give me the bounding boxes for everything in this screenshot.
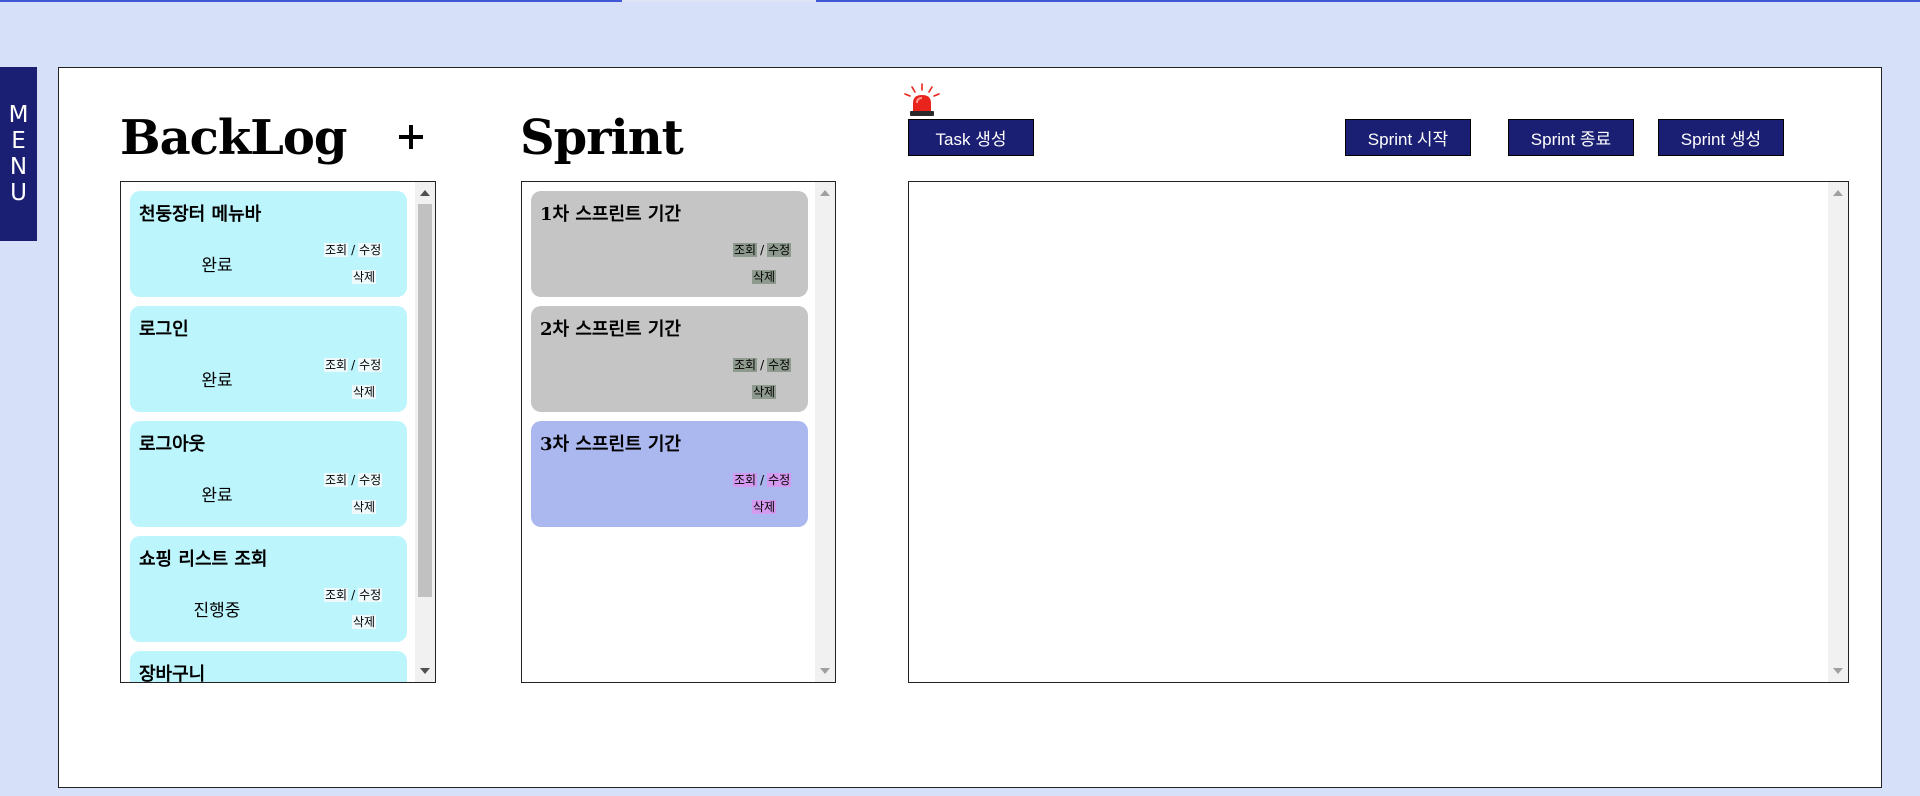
- card-title: 3차 스프린트 기간: [540, 434, 681, 455]
- backlog-title: BackLog: [120, 110, 347, 166]
- edit-link[interactable]: 수정: [358, 473, 383, 487]
- card-status: 완료: [201, 371, 233, 391]
- edit-link[interactable]: 수정: [358, 358, 383, 372]
- task-board-scrollbar[interactable]: [1828, 182, 1848, 682]
- card-links: 조회 / 수정: [733, 358, 792, 372]
- edit-link[interactable]: 수정: [767, 243, 792, 257]
- menu-button[interactable]: M E N U: [0, 67, 37, 241]
- edit-link[interactable]: 수정: [767, 473, 792, 487]
- card-status: 완료: [201, 256, 233, 276]
- view-link[interactable]: 조회: [324, 588, 349, 602]
- card-title: 로그아웃: [139, 434, 206, 455]
- scroll-down-arrow-icon[interactable]: [1833, 668, 1843, 674]
- sprint-list[interactable]: 1차 스프린트 기간 조회 / 수정 삭제 2차 스프린트 기간 조회 / 수정 삭제 …: [521, 181, 836, 683]
- sprint-start-button[interactable]: Sprint 시작: [1345, 119, 1471, 156]
- scroll-thumb[interactable]: [418, 204, 432, 597]
- task-create-button[interactable]: Task 생성: [908, 119, 1034, 156]
- backlog-card[interactable]: 로그아웃 완료 조회 / 수정 삭제: [130, 421, 407, 527]
- sprint-end-button[interactable]: Sprint 종료: [1508, 119, 1634, 156]
- card-links: 조회 / 수정: [733, 243, 792, 257]
- card-status: 완료: [201, 486, 233, 506]
- scroll-down-arrow-icon[interactable]: [420, 668, 430, 674]
- card-title: 2차 스프린트 기간: [540, 319, 681, 340]
- card-title: 천둥장터 메뉴바: [139, 204, 262, 225]
- card-title: 쇼핑 리스트 조회: [139, 549, 268, 570]
- view-link[interactable]: 조회: [733, 358, 758, 372]
- top-border-line: [0, 0, 1920, 2]
- view-link[interactable]: 조회: [733, 243, 758, 257]
- backlog-card[interactable]: 로그인 완료 조회 / 수정 삭제: [130, 306, 407, 412]
- delete-link[interactable]: 삭제: [752, 385, 777, 399]
- backlog-list[interactable]: 천둥장터 메뉴바 완료 조회 / 수정 삭제 로그인 완료 조회 / 수정 삭제 로그아…: [120, 181, 436, 683]
- sprint-card[interactable]: 2차 스프린트 기간 조회 / 수정 삭제: [531, 306, 808, 412]
- view-link[interactable]: 조회: [733, 473, 758, 487]
- menu-letter: U: [10, 180, 27, 206]
- view-link[interactable]: 조회: [324, 358, 349, 372]
- backlog-card[interactable]: 장바구니: [130, 651, 407, 683]
- delete-link[interactable]: 삭제: [352, 615, 377, 629]
- scroll-up-arrow-icon[interactable]: [420, 190, 430, 196]
- card-links: 조회 / 수정: [324, 358, 383, 372]
- view-link[interactable]: 조회: [324, 243, 349, 257]
- siren-icon[interactable]: [902, 83, 942, 118]
- menu-letter: E: [11, 128, 26, 154]
- card-links: 조회 / 수정: [324, 243, 383, 257]
- task-board[interactable]: [908, 181, 1849, 683]
- edit-link[interactable]: 수정: [767, 358, 792, 372]
- scroll-up-arrow-icon[interactable]: [1833, 190, 1843, 196]
- card-links: 조회 / 수정: [733, 473, 792, 487]
- sprint-title: Sprint: [520, 110, 684, 166]
- edit-link[interactable]: 수정: [358, 588, 383, 602]
- scroll-down-arrow-icon[interactable]: [820, 668, 830, 674]
- scroll-up-arrow-icon[interactable]: [820, 190, 830, 196]
- backlog-card[interactable]: 쇼핑 리스트 조회 진행중 조회 / 수정 삭제: [130, 536, 407, 642]
- card-title: 장바구니: [139, 664, 206, 683]
- delete-link[interactable]: 삭제: [752, 500, 777, 514]
- card-links: 조회 / 수정: [324, 473, 383, 487]
- delete-link[interactable]: 삭제: [752, 270, 777, 284]
- sprint-create-button[interactable]: Sprint 생성: [1658, 119, 1784, 156]
- menu-letter: M: [8, 102, 29, 128]
- card-title: 1차 스프린트 기간: [540, 204, 681, 225]
- delete-link[interactable]: 삭제: [352, 500, 377, 514]
- edit-link[interactable]: 수정: [358, 243, 383, 257]
- sprint-scrollbar[interactable]: [815, 182, 835, 682]
- card-links: 조회 / 수정: [324, 588, 383, 602]
- plus-icon[interactable]: [396, 122, 426, 152]
- delete-link[interactable]: 삭제: [352, 270, 377, 284]
- sprint-card[interactable]: 1차 스프린트 기간 조회 / 수정 삭제: [531, 191, 808, 297]
- sprint-card[interactable]: 3차 스프린트 기간 조회 / 수정 삭제: [531, 421, 808, 527]
- view-link[interactable]: 조회: [324, 473, 349, 487]
- top-border-gap: [622, 0, 816, 2]
- backlog-card[interactable]: 천둥장터 메뉴바 완료 조회 / 수정 삭제: [130, 191, 407, 297]
- card-title: 로그인: [139, 319, 189, 340]
- delete-link[interactable]: 삭제: [352, 385, 377, 399]
- backlog-scrollbar[interactable]: [415, 182, 435, 682]
- card-status: 진행중: [193, 601, 241, 621]
- menu-letter: N: [9, 154, 28, 180]
